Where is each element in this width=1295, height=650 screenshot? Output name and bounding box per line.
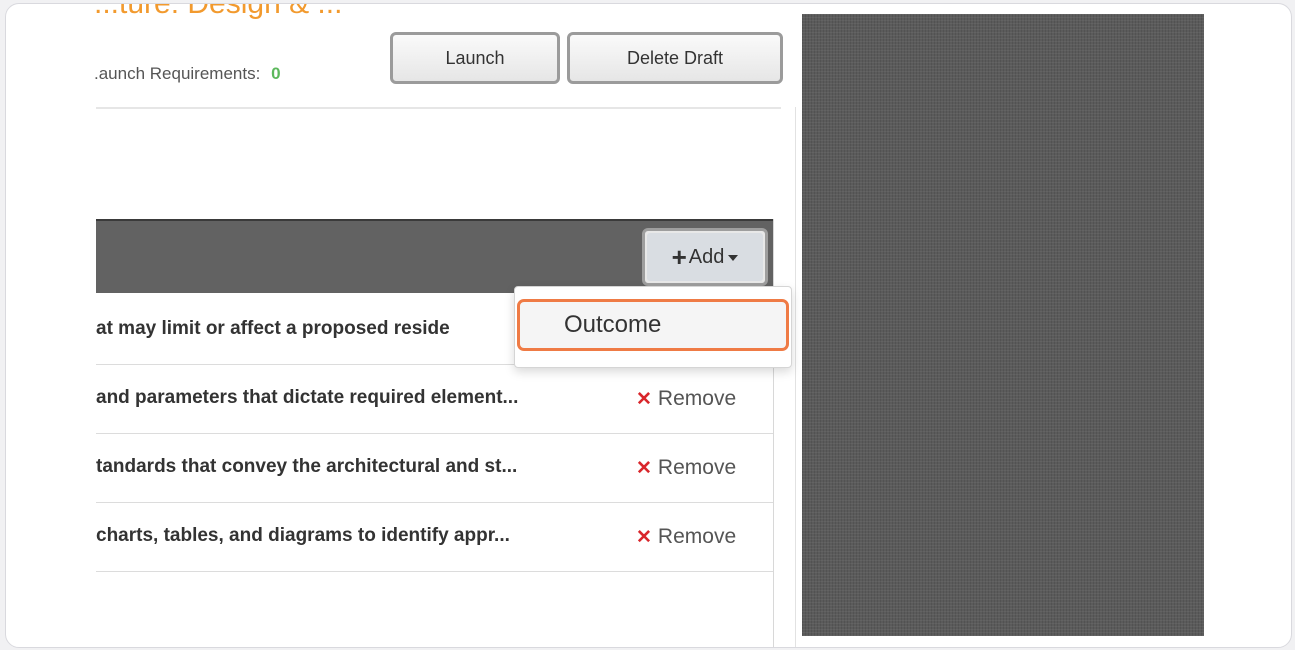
- remove-button[interactable]: ✕ Remove: [636, 525, 736, 549]
- table-row: tandards that convey the architectural a…: [96, 434, 774, 503]
- table-row: charts, tables, and diagrams to identify…: [96, 503, 774, 572]
- menu-item-outcome[interactable]: Outcome: [517, 299, 789, 351]
- page-title: ...ture: Design & ...: [94, 3, 343, 20]
- table-right-border: [773, 219, 774, 647]
- remove-label: Remove: [657, 525, 737, 548]
- close-icon: ✕: [636, 458, 652, 479]
- remove-button[interactable]: ✕ Remove: [636, 456, 736, 480]
- table-row: and parameters that dictate required ele…: [96, 365, 774, 434]
- launch-requirements-count: 0: [271, 64, 281, 83]
- app-window: ...ture: Design & ... .aunch Requirement…: [5, 3, 1292, 648]
- remove-label: Remove: [657, 456, 737, 479]
- add-button-label: Add: [688, 245, 725, 268]
- plus-icon: +: [671, 242, 687, 272]
- caret-down-icon: [728, 255, 739, 261]
- launch-requirements: .aunch Requirements: 0: [94, 64, 281, 84]
- close-icon: ✕: [636, 389, 652, 410]
- outcome-text: charts, tables, and diagrams to identify…: [96, 525, 510, 546]
- outcome-text: and parameters that dictate required ele…: [96, 387, 519, 408]
- panel-divider: [795, 107, 796, 647]
- outcome-text: at may limit or affect a proposed reside: [96, 318, 450, 339]
- remove-button[interactable]: ✕ Remove: [636, 387, 736, 411]
- close-icon: ✕: [636, 527, 652, 548]
- outcome-text: tandards that convey the architectural a…: [96, 456, 518, 477]
- launch-button[interactable]: Launch: [390, 32, 560, 84]
- background-texture-panel: [802, 14, 1204, 636]
- delete-draft-button[interactable]: Delete Draft: [567, 32, 783, 84]
- add-dropdown-button[interactable]: + Add: [642, 228, 768, 286]
- header-divider: [96, 107, 781, 109]
- remove-label: Remove: [657, 387, 737, 410]
- launch-requirements-label: .aunch Requirements:: [94, 64, 261, 83]
- add-dropdown-menu: Outcome: [514, 286, 792, 368]
